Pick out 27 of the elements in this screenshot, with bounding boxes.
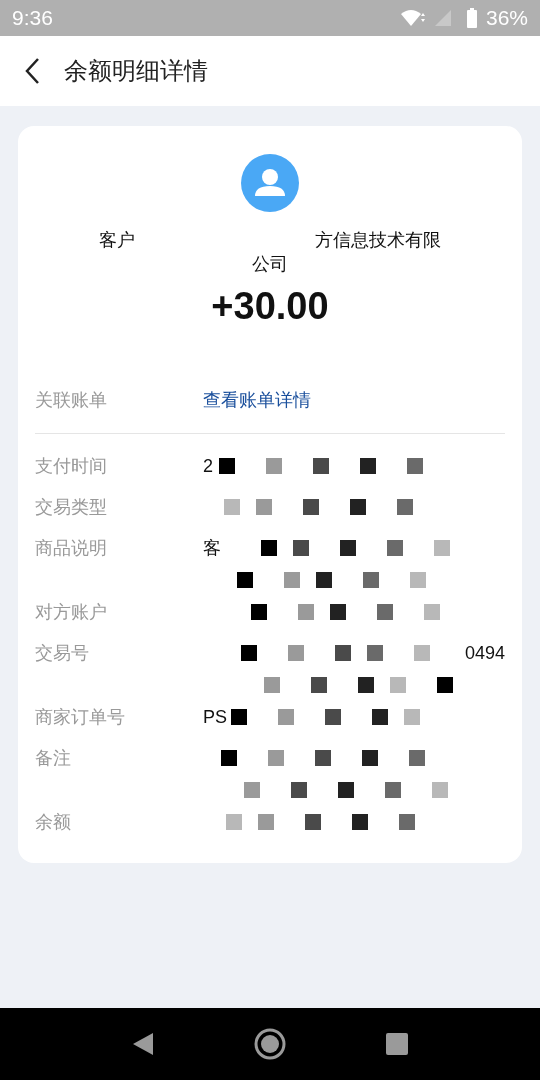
back-nav-icon[interactable] [132,1032,154,1056]
field-label: 商家订单号 [35,706,126,729]
customer-name: 方信息技术有限 [315,229,441,252]
customer-name: 公司 [251,253,289,276]
wifi-icon [399,9,426,27]
page-title: 余额明细详情 [64,56,208,86]
avatar-icon [241,154,299,212]
home-nav-icon[interactable] [254,1028,286,1060]
field-label: 支付时间 [35,455,108,478]
field-value: PS [203,706,227,729]
field-label: 余额 [35,811,72,834]
field-label: 交易类型 [35,496,108,519]
field-label: 对方账户 [35,601,108,624]
field-value: 2 [203,455,213,478]
amount: +30.00 [211,284,329,329]
battery-percent: 36% [485,5,528,32]
customer-name: 客户 [99,229,135,252]
field-value: 客 [203,537,221,560]
field-label: 交易号 [35,642,90,665]
status-time: 9:36 [12,5,53,32]
battery-icon [465,8,478,28]
field-label: 备注 [35,747,72,770]
field-value: 0494 [464,642,505,665]
back-icon[interactable] [24,57,40,85]
bill-details-link[interactable]: 查看账单详情 [203,386,311,414]
field-label: 关联账单 [35,388,108,412]
field-label: 商品说明 [35,537,108,560]
